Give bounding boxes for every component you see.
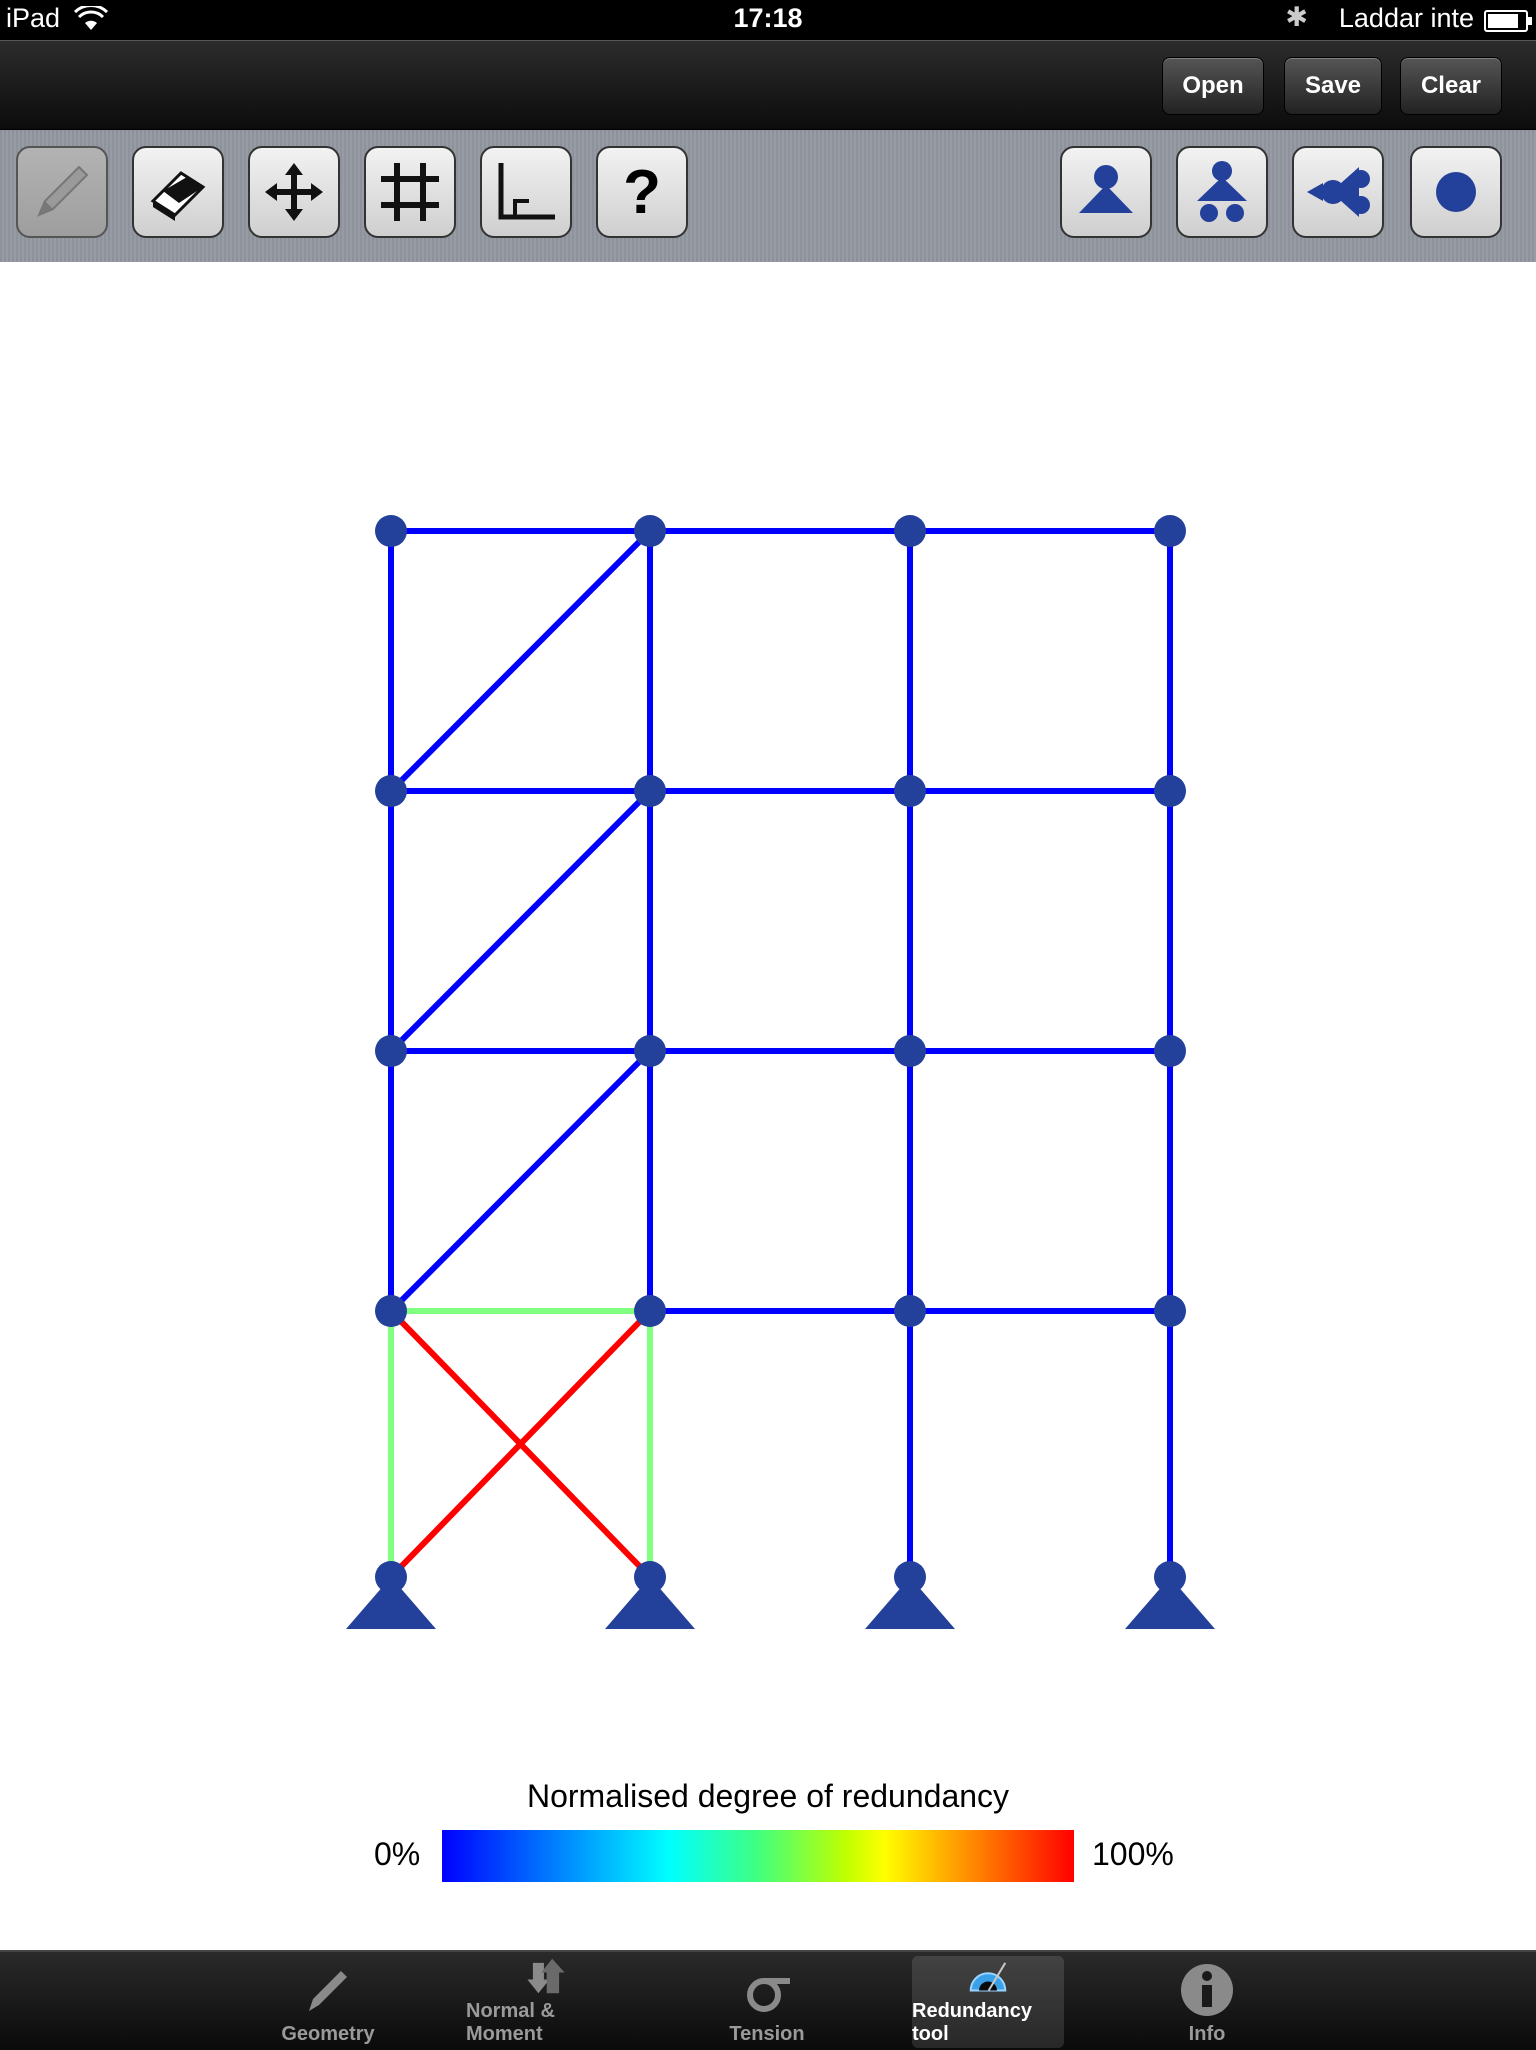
save-button[interactable]: Save [1284, 57, 1382, 115]
tab-info[interactable]: Info [1150, 1956, 1264, 2048]
help-icon: ? [623, 157, 661, 227]
truss-node[interactable] [1154, 1561, 1186, 1593]
legend-max-label: 100% [1092, 1836, 1174, 1872]
truss-node[interactable] [1154, 1295, 1186, 1327]
open-button[interactable]: Open [1162, 57, 1264, 115]
truss-node[interactable] [1154, 515, 1186, 547]
angle-tool-button[interactable] [480, 146, 572, 238]
truss-node[interactable] [894, 515, 926, 547]
battery-status: Laddar inte [1338, 3, 1474, 33]
legend-min-label: 0% [374, 1836, 421, 1872]
truss-node[interactable] [634, 1561, 666, 1593]
truss-node[interactable] [894, 1561, 926, 1593]
pencil-icon [309, 1971, 347, 2011]
truss-node[interactable] [375, 515, 407, 547]
tab-label: Geometry [281, 2023, 375, 2045]
legend-color-scale [442, 1830, 1074, 1882]
hinge-button[interactable] [1292, 146, 1384, 238]
protractor-icon [969, 1962, 1007, 1992]
diagonal-member[interactable] [388, 788, 653, 1054]
tab-normal-moment[interactable]: Normal & Moment [466, 1956, 626, 2048]
tab-label: Tension [729, 2023, 805, 2045]
tab-label: Info [1188, 2023, 1226, 2045]
truss-node[interactable] [894, 1035, 926, 1067]
node-icon [1436, 172, 1476, 212]
truss-node[interactable] [634, 1035, 666, 1067]
tab-label: Normal & Moment [466, 2000, 555, 2045]
tab-redundancy-tool[interactable]: Redundancy tool [912, 1956, 1064, 2048]
angle-icon [498, 163, 555, 220]
truss-node[interactable] [634, 775, 666, 807]
draw-tool-button[interactable] [16, 146, 108, 238]
truss-node[interactable] [894, 1295, 926, 1327]
truss-node[interactable] [375, 1561, 407, 1593]
arrows-icon [527, 1958, 565, 1994]
truss-node[interactable] [1154, 1035, 1186, 1067]
roller-support-button[interactable] [1176, 146, 1268, 238]
tab-geometry[interactable]: Geometry [262, 1956, 394, 2048]
info-icon [1181, 1964, 1233, 2016]
move-arrows-icon [265, 163, 323, 221]
tab-bar: Geometry Normal & Moment Tension Redunda… [0, 1950, 1536, 2050]
truss-node[interactable] [1154, 775, 1186, 807]
pencil-icon [37, 165, 89, 217]
truss-node[interactable] [375, 775, 407, 807]
truss-node[interactable] [375, 1295, 407, 1327]
eraser-icon [150, 171, 206, 221]
tab-tension[interactable]: Tension [712, 1956, 822, 2048]
roller-support-icon [1197, 161, 1247, 222]
legend-title: Normalised degree of redundancy [526, 1778, 1010, 1814]
navigation-bar: Open Save Clear [0, 40, 1536, 131]
battery-icon [1484, 10, 1532, 32]
grid-icon [381, 163, 439, 221]
node-button[interactable] [1410, 146, 1502, 238]
erase-tool-button[interactable] [132, 146, 224, 238]
fixed-support-icon [1079, 165, 1133, 213]
tab-label: Redundancy tool [912, 2000, 1033, 2045]
fixed-support-button[interactable] [1060, 146, 1152, 238]
status-bar: iPad 17:18 ✱ Laddar inte [0, 0, 1536, 40]
truss-node[interactable] [634, 1295, 666, 1327]
truss-node[interactable] [634, 515, 666, 547]
hinge-icon [1307, 167, 1370, 217]
clear-button[interactable]: Clear [1400, 57, 1502, 115]
structure-canvas[interactable] [0, 262, 1536, 1950]
diagonal-member[interactable] [388, 1048, 653, 1314]
tool-palette: ? [0, 130, 1536, 263]
truss-node[interactable] [894, 775, 926, 807]
truss-node[interactable] [375, 1035, 407, 1067]
bluetooth-icon: ✱ [1285, 2, 1308, 32]
help-button[interactable]: ? [596, 146, 688, 238]
truss-drawing[interactable] [0, 262, 1536, 1950]
grid-tool-button[interactable] [364, 146, 456, 238]
diagonal-member[interactable] [388, 528, 653, 794]
sigma-icon [747, 1978, 790, 2012]
move-tool-button[interactable] [248, 146, 340, 238]
